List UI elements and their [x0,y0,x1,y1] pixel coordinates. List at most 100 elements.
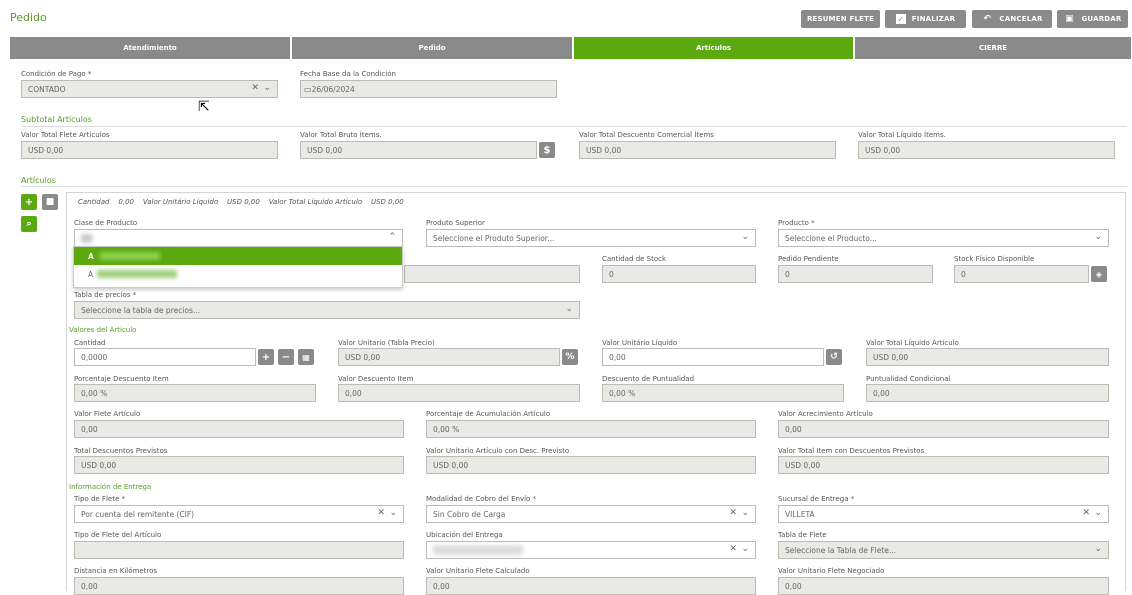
vtidp-label: Valor Total Item con Descuentos Previsto… [778,447,925,455]
paa-field: 0,00 % [426,420,756,438]
minus-icon[interactable]: − [278,349,294,365]
modalidad-select[interactable]: Sin Cobro de Carga ✕ ⌄ [426,505,756,523]
liquido-field: USD 0,00 [858,141,1115,159]
superior-select[interactable]: Seleccione el Produto Superior... ⌄ [426,229,756,247]
pdi-label: Porcentaje Descuento Item [74,375,169,383]
chevron-down-icon: ⌄ [1094,232,1102,242]
tab-cierre[interactable]: CIERRE [855,37,1132,59]
clase-label: Clase de Producto [74,219,138,227]
articulos-heading: Artículos [21,176,56,185]
tabla-flete-select[interactable]: Seleccione la Tabla de Flete... ⌄ [778,541,1109,559]
page-title: Pedido [10,11,47,24]
mouse-cursor-icon: ⇱ [198,99,210,115]
dist-label: Distancia en Kilómetros [74,567,158,575]
tab-atendimiento[interactable]: Atendimiento [10,37,291,59]
cancelar-button[interactable]: ↶ CANCELAR [972,10,1052,28]
calendar-icon[interactable]: ▭ [304,85,312,94]
clear-icon[interactable]: ✕ [377,508,385,518]
flete-total-label: Valor Total Flete Artículos [21,131,110,139]
guardar-button[interactable]: ▣ GUARDAR [1057,10,1128,28]
search-icon[interactable]: ⌕ [21,216,37,232]
tabla-flete-label: Tabla de Flete [778,531,827,539]
clear-icon[interactable]: ✕ [251,83,259,93]
condicion-label: Condición de Pago * [21,70,92,78]
chevron-down-icon: ⌄ [741,544,749,554]
paa-label: Porcentaje de Acumulación Artículo [426,410,551,418]
pc-field: 0,00 [866,384,1109,402]
condicion-select[interactable]: CONTADO ✕ ⌄ [21,80,278,98]
tdp-field: USD 0,00 [74,456,404,474]
box-icon[interactable]: ◈ [1091,266,1107,282]
bruto-label: Valor Total Bruto Ítems. [300,131,382,139]
vaa-field: 0,00 [778,420,1109,438]
pendiente-label: Pedido Pendiente [778,255,839,263]
clear-icon[interactable]: ✕ [1082,508,1090,518]
fisico-label: Stock Físico Disponible [954,255,1035,263]
add-button[interactable]: + [21,194,37,210]
tipo-flete-select[interactable]: Por cuenta del remitente (CIF) ✕ ⌄ [74,505,404,523]
subtotal-heading: Subtotal Artículos [21,115,92,124]
dist-field: 0,00 [74,577,404,595]
chevron-up-icon: ⌃ [388,232,396,242]
tdp-label: Total Descuentos Previstos [74,447,168,455]
producto-select[interactable]: Seleccione el Producto... ⌄ [778,229,1109,247]
vufc-field: 0,00 [426,577,756,595]
producto-label: Producto * [778,219,815,227]
tfa-label: Tipo de Flete del Artículo [74,531,162,539]
superior-label: Produto Superior [426,219,485,227]
stock-field: 0 [602,265,756,283]
tab-pedido[interactable]: Pedido [292,37,573,59]
tfa-field [74,541,404,559]
liquido-label: Valor Total Líquido Ítems. [858,131,946,139]
sucursal-select[interactable]: VILLETA ✕ ⌄ [778,505,1109,523]
sucursal-label: Sucursal de Entrega * [778,495,855,503]
vul-input[interactable]: 0,00 [602,348,824,366]
finalizar-button[interactable]: ✓ FINALIZAR [885,10,966,28]
tipo-flete-label: Tipo de Flete * [74,495,125,503]
tabla-select[interactable]: Seleccione la tabla de precios... ⌄ [74,301,580,319]
vuadp-label: Valor Unitario Artículo con Desc. Previs… [426,447,570,455]
vtla-field: USD 0,00 [866,348,1109,366]
dropdown-option[interactable]: A [74,247,402,265]
vufn-field: 0,00 [778,577,1109,595]
tab-articulos[interactable]: Artículos [574,37,854,59]
vdi-label: Valor Descuento Item [338,375,414,383]
clase-select[interactable]: ▒▒ ⌃ [74,229,403,247]
modalidad-label: Modalidad de Cobro del Envío * [426,495,537,503]
calculator-icon[interactable]: ▦ [298,349,314,365]
vuadp-field: USD 0,00 [426,456,756,474]
cantidad-input[interactable]: 0,0000 [74,348,256,366]
ubicacion-select[interactable]: ✕ ⌄ [426,541,756,559]
history-icon[interactable]: ↺ [826,349,842,365]
flete-total-field: USD 0,00 [21,141,278,159]
ubicacion-label: Ubicación del Entrega [426,531,503,539]
dropdown-option[interactable]: A [74,265,402,283]
fecha-label: Fecha Base da la Condición [300,70,396,78]
undo-icon: ↶ [983,14,992,24]
tabla-label: Tabla de precios * [74,291,137,299]
chevron-down-icon: ⌄ [1094,544,1102,554]
pdi-field: 0,00 % [74,384,316,402]
fecha-field[interactable]: ▭ 26/06/2024 [300,80,557,98]
fisico-field: 0 [954,265,1089,283]
trash-icon[interactable]: ■ [42,194,58,210]
percent-icon[interactable]: % [562,349,578,365]
plus-icon[interactable]: + [258,349,274,365]
save-icon: ▣ [1065,14,1074,24]
vufc-label: Valor Unitario Flete Calculado [426,567,530,575]
clear-icon[interactable]: ✕ [729,544,737,554]
dollar-icon[interactable]: $ [539,142,555,158]
resumen-flete-button[interactable]: RESUMEN FLETE [801,10,880,28]
vtla-label: Valor Total Líquido Artículo [866,339,959,347]
chevron-down-icon: ⌄ [263,83,271,93]
entrega-heading: Información de Entrega [69,483,152,491]
descuento-field: USD 0,00 [579,141,836,159]
clase-dropdown: A A [73,246,403,288]
clear-icon[interactable]: ✕ [729,508,737,518]
vul-label: Valor Unitário Líquido [602,339,678,347]
checkbox-icon: ✓ [895,14,906,24]
pendiente-field: 0 [778,265,933,283]
vufn-label: Valor Unitario Flete Negociado [778,567,885,575]
divider [21,126,1127,127]
chevron-down-icon: ⌄ [741,232,749,242]
